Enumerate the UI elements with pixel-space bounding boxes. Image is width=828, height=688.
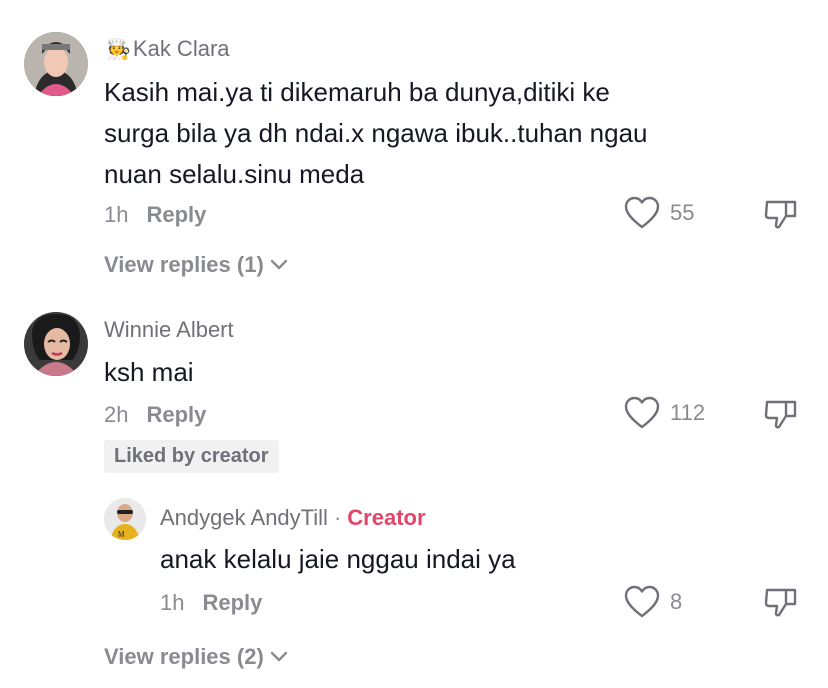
comment-text: Kasih mai.ya ti dikemaruh ba dunya,ditik… bbox=[104, 72, 744, 195]
comment-meta: 1h Reply bbox=[104, 202, 206, 228]
username[interactable]: Kak Clara bbox=[133, 36, 230, 62]
username[interactable]: Winnie Albert bbox=[104, 317, 234, 343]
reply-header: Andygek AndyTill · Creator bbox=[160, 505, 426, 531]
like-group[interactable]: 8 bbox=[624, 585, 682, 619]
liked-by-creator-badge: Liked by creator bbox=[104, 440, 279, 473]
like-group[interactable]: 55 bbox=[624, 196, 694, 230]
dislike-icon[interactable] bbox=[764, 586, 798, 618]
avatar[interactable] bbox=[24, 312, 88, 376]
reply-button[interactable]: Reply bbox=[146, 402, 206, 428]
heart-icon[interactable] bbox=[624, 196, 660, 230]
reply-button[interactable]: Reply bbox=[202, 590, 262, 616]
chef-emoji-icon: 🧑‍🍳 bbox=[106, 38, 131, 61]
comment-line: ksh mai bbox=[104, 357, 194, 387]
like-count: 8 bbox=[670, 589, 683, 614]
timestamp: 1h bbox=[104, 202, 129, 227]
timestamp: 1h bbox=[160, 590, 185, 615]
view-replies-button[interactable]: View replies (1) bbox=[104, 252, 288, 278]
view-replies-button[interactable]: View replies (2) bbox=[104, 644, 288, 670]
reply-button[interactable]: Reply bbox=[146, 202, 206, 228]
avatar[interactable]: M bbox=[104, 498, 146, 540]
comment-text: ksh mai bbox=[104, 352, 194, 393]
heart-icon[interactable] bbox=[624, 585, 660, 619]
comment-line: surga bila ya dh ndai.x ngawa ibuk..tuha… bbox=[104, 118, 648, 148]
svg-text:M: M bbox=[118, 530, 125, 539]
separator: · bbox=[333, 505, 342, 530]
chevron-down-icon[interactable] bbox=[270, 651, 288, 663]
comment-line: Kasih mai.ya ti dikemaruh ba dunya,ditik… bbox=[104, 77, 610, 107]
comment-header: 🧑‍🍳 Kak Clara bbox=[106, 36, 230, 62]
comment-meta: 2h Reply bbox=[104, 402, 206, 428]
reply-meta: 1h Reply bbox=[160, 590, 262, 616]
chevron-down-icon[interactable] bbox=[270, 259, 288, 271]
creator-tag: Creator bbox=[347, 505, 426, 530]
like-count: 112 bbox=[670, 400, 706, 425]
dislike-icon[interactable] bbox=[764, 198, 798, 230]
heart-icon[interactable] bbox=[624, 396, 660, 430]
comment-line: nuan selalu.sinu meda bbox=[104, 159, 365, 189]
reply-text: anak kelalu jaie nggau indai ya bbox=[160, 544, 516, 574]
view-replies-label[interactable]: View replies (1) bbox=[104, 252, 264, 278]
like-count: 55 bbox=[670, 200, 695, 225]
dislike-icon[interactable] bbox=[764, 398, 798, 430]
avatar[interactable] bbox=[24, 32, 88, 96]
timestamp: 2h bbox=[104, 402, 129, 427]
username[interactable]: Andygek AndyTill bbox=[160, 505, 328, 531]
like-group[interactable]: 112 bbox=[624, 396, 705, 430]
view-replies-label[interactable]: View replies (2) bbox=[104, 644, 264, 670]
